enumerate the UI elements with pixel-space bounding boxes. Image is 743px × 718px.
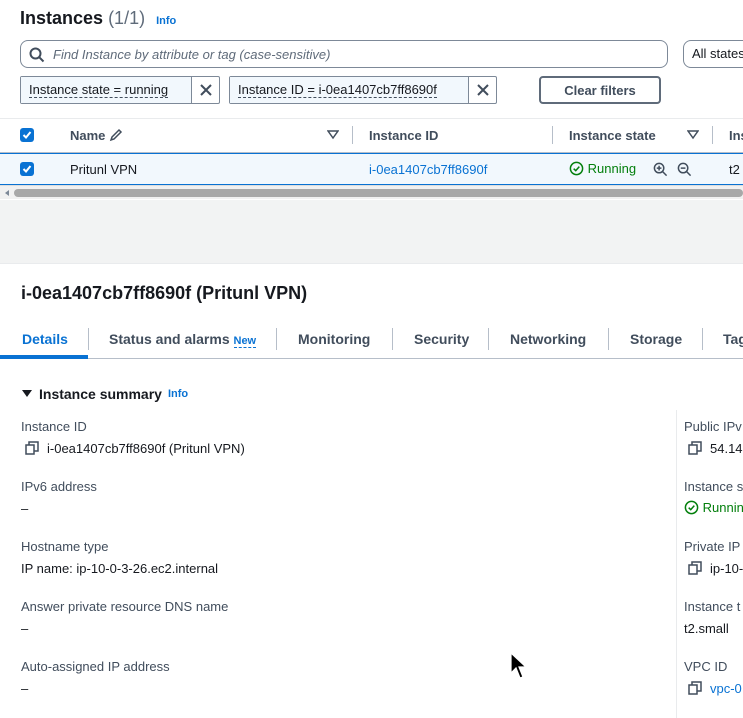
search-icon [29, 47, 45, 63]
table-row[interactable]: Pritunl VPN i-0ea1407cb7ff8690f Running … [0, 153, 743, 185]
zoom-out-icon[interactable] [677, 162, 692, 177]
check-circle-icon [569, 161, 584, 176]
tab-tags[interactable]: Tag [723, 331, 743, 347]
copy-icon[interactable] [25, 441, 39, 455]
new-badge: New [233, 335, 257, 348]
column-header-instance-type[interactable]: Ins [729, 128, 743, 143]
filter-token-state: Instance state = running [20, 76, 220, 104]
zoom-in-icon[interactable] [653, 162, 668, 177]
tab-security[interactable]: Security [414, 331, 469, 347]
remove-filter-button[interactable] [468, 77, 496, 103]
instance-summary-toggle[interactable]: Instance summary Info [21, 386, 188, 402]
tab-status-and-alarms[interactable]: Status and alarms New [109, 331, 257, 348]
close-icon [476, 84, 489, 96]
filter-token-id: Instance ID = i-0ea1407cb7ff8690f [229, 76, 497, 104]
column-divider [676, 410, 677, 718]
info-link[interactable]: Info [168, 388, 188, 400]
instance-id-value: i-0ea1407cb7ff8690f (Pritunl VPN) [25, 441, 245, 456]
private-ip-value: ip-10- [688, 561, 743, 576]
instance-state-select[interactable]: All states [683, 40, 743, 68]
instance-name: Pritunl VPN [70, 162, 138, 177]
sort-icon[interactable] [687, 130, 699, 140]
field-label: IPv6 address [21, 479, 97, 494]
public-ip-value: 54.14 [688, 441, 743, 456]
field-label: Auto-assigned IP address [21, 659, 170, 674]
remove-filter-button[interactable] [191, 77, 219, 103]
search-input[interactable]: Find Instance by attribute or tag (case-… [20, 40, 668, 68]
tab-storage[interactable]: Storage [630, 331, 682, 347]
auto-assigned-ip-value: – [21, 681, 29, 696]
instance-state-status: Running [569, 161, 636, 176]
field-label: Instance t [684, 599, 741, 614]
tab-monitoring[interactable]: Monitoring [298, 331, 370, 347]
field-label: Private IP [684, 539, 741, 554]
select-all-checkbox[interactable] [20, 128, 34, 142]
field-label: Hostname type [21, 539, 109, 554]
filter-token-label: Instance state = running [29, 82, 169, 98]
copy-icon[interactable] [688, 441, 702, 455]
check-icon [22, 165, 32, 173]
copy-icon[interactable] [688, 561, 702, 575]
ipv6-value: – [21, 501, 29, 516]
tab-details[interactable]: Details [22, 331, 68, 347]
instance-id-link[interactable]: i-0ea1407cb7ff8690f [369, 162, 487, 177]
split-panel-divider[interactable] [0, 200, 743, 264]
field-label: Instance ID [21, 419, 87, 434]
vpc-id-link[interactable]: vpc-0 [688, 681, 742, 696]
caret-down-icon [22, 390, 32, 397]
search-placeholder: Find Instance by attribute or tag (case-… [53, 46, 331, 62]
scroll-left-icon[interactable] [3, 189, 11, 197]
column-header-instance-id[interactable]: Instance ID [369, 128, 438, 143]
column-header-instance-state[interactable]: Instance state [569, 128, 656, 143]
detail-title: i-0ea1407cb7ff8690f (Pritunl VPN) [21, 283, 308, 303]
active-tab-indicator [0, 355, 88, 359]
field-label: Public IPv [684, 419, 742, 434]
horizontal-scrollbar[interactable] [0, 185, 743, 199]
filter-token-label: Instance ID = i-0ea1407cb7ff8690f [238, 82, 437, 98]
scrollbar-thumb[interactable] [14, 189, 743, 197]
tab-networking[interactable]: Networking [510, 331, 586, 347]
table-header: Name Instance ID Instance state Ins [0, 118, 743, 153]
check-icon [22, 131, 32, 139]
edit-icon [109, 128, 123, 142]
instance-type-value: t2.small [684, 621, 729, 636]
info-link[interactable]: Info [156, 15, 176, 27]
hostname-type-value: IP name: ip-10-0-3-26.ec2.internal [21, 561, 219, 576]
check-circle-icon [684, 500, 699, 515]
detail-tabs: Details Status and alarms New Monitoring… [0, 326, 743, 359]
private-dns-value: – [21, 621, 29, 636]
clear-filters-button[interactable]: Clear filters [539, 76, 661, 104]
instance-count: (1/1) [108, 8, 146, 28]
instance-state-value: Runnin [684, 500, 743, 515]
instance-type: t2 [729, 162, 740, 177]
field-label: Instance s [684, 479, 743, 494]
field-label: VPC ID [684, 659, 728, 674]
page-title: Instances (1/1) Info [20, 8, 177, 28]
close-icon [199, 84, 212, 96]
column-header-name[interactable]: Name [70, 128, 123, 143]
row-checkbox[interactable] [20, 162, 34, 176]
sort-icon[interactable] [327, 130, 339, 140]
copy-icon[interactable] [688, 681, 702, 695]
mouse-cursor-icon [510, 652, 528, 679]
field-label: Answer private resource DNS name [21, 599, 229, 614]
